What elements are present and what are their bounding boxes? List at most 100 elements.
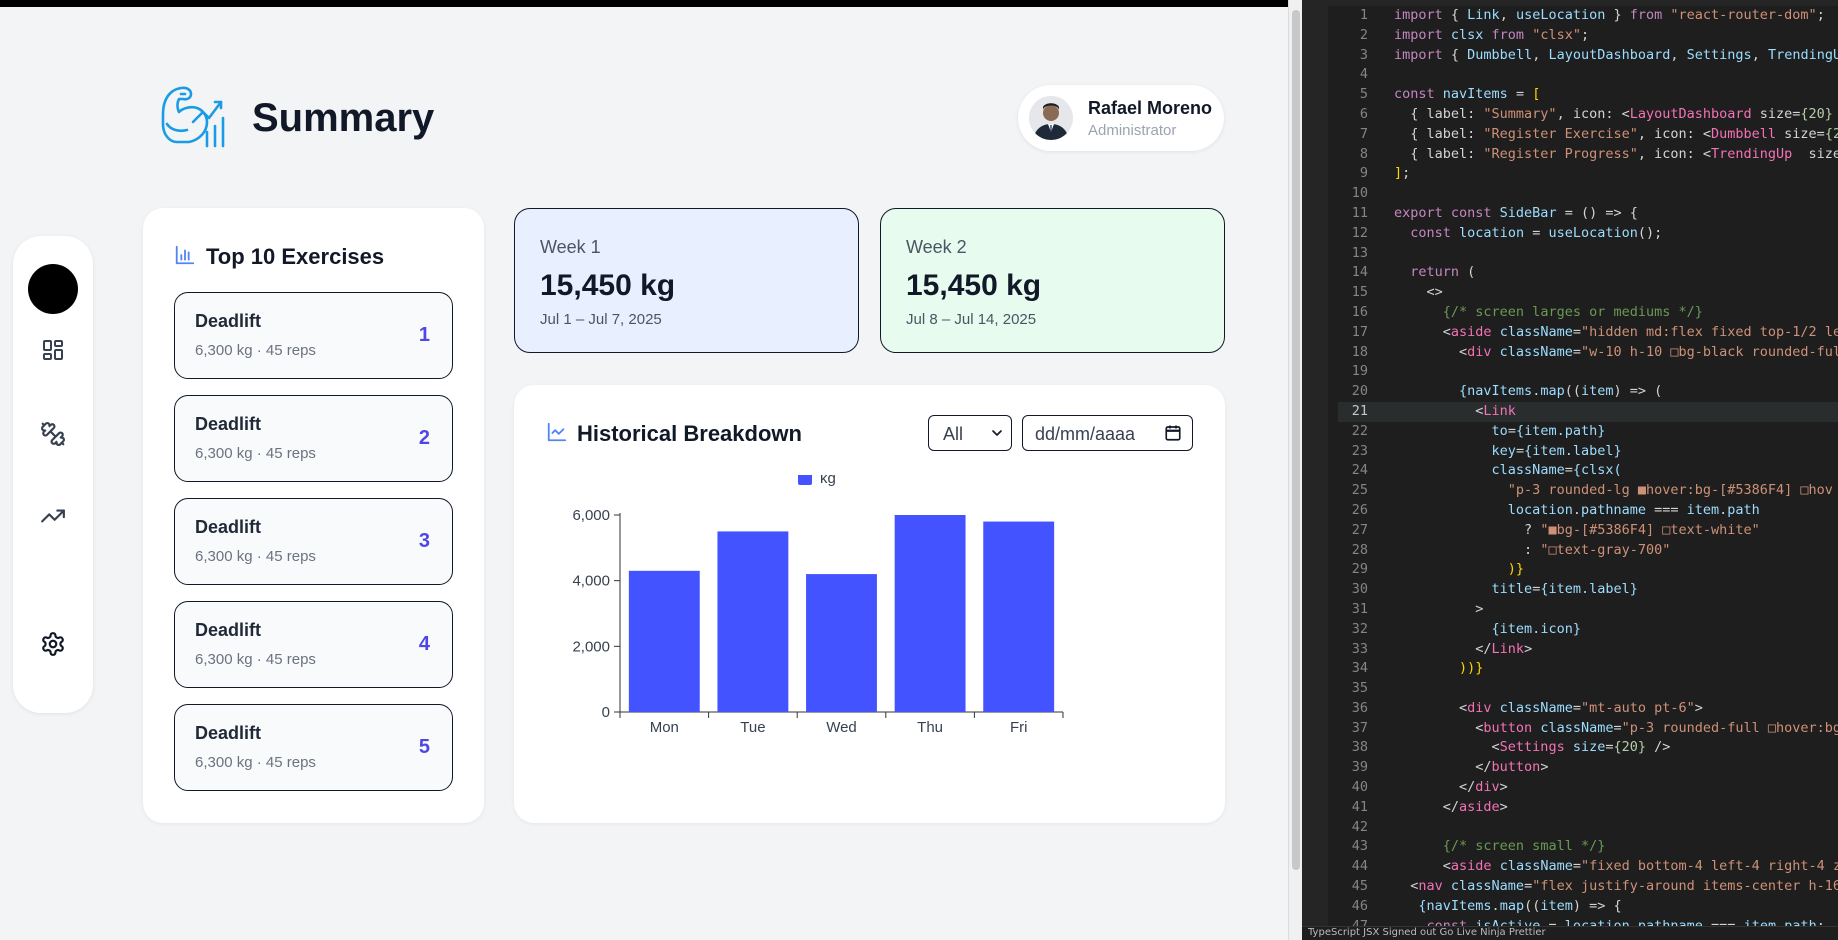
bar-chart-icon <box>174 244 196 271</box>
code-line[interactable]: 6 { label: "Summary", icon: <LayoutDashb… <box>1338 105 1838 125</box>
code-line[interactable]: 3 import { Dumbbell, LayoutDashboard, Set… <box>1338 46 1838 66</box>
layout-dashboard-icon <box>41 338 65 367</box>
code-line[interactable]: 31 > <box>1338 600 1838 620</box>
code-line[interactable]: 28 : "□text-gray-700" <box>1338 541 1838 561</box>
code-line[interactable]: 43 {/* screen small */} <box>1338 837 1838 857</box>
code-line[interactable]: 22 to={item.path} <box>1338 422 1838 442</box>
user-profile[interactable]: Rafael Moreno Administrator <box>1018 85 1224 151</box>
code-line[interactable]: 12 const location = useLocation(); <box>1338 224 1838 244</box>
code-line[interactable]: 2 import clsx from "clsx"; <box>1338 26 1838 46</box>
exercise-meta: 6,300 kg · 45 reps <box>195 651 316 668</box>
exercise-item[interactable]: Deadlift 6,300 kg · 45 reps 3 <box>174 498 453 585</box>
code-line[interactable]: 18 <div className="w-10 h-10 □bg-black r… <box>1338 343 1838 363</box>
code-line[interactable]: 21 <Link <box>1338 401 1838 422</box>
exercise-name: Deadlift <box>195 620 262 640</box>
date-input-placeholder: dd/mm/aaaa <box>1035 424 1136 444</box>
exercise-name: Deadlift <box>195 414 262 434</box>
code-line[interactable]: 36 <div className="mt-auto pt-6"> <box>1338 699 1838 719</box>
app-logo <box>157 84 235 150</box>
code-line[interactable]: 30 title={item.label} <box>1338 580 1838 600</box>
exercise-item[interactable]: Deadlift 6,300 kg · 45 reps 4 <box>174 601 453 688</box>
code-line[interactable]: 1 import { Link, useLocation } from "reac… <box>1338 6 1838 26</box>
code-line[interactable]: 14 return ( <box>1338 263 1838 283</box>
code-line[interactable]: 19 <box>1338 362 1838 382</box>
exercise-rank: 2 <box>418 427 430 449</box>
code-line[interactable]: 27 ? "■bg-[#5386F4] □text-white" <box>1338 521 1838 541</box>
bar-thu <box>894 515 966 712</box>
x-tick-label: Tue <box>740 719 765 736</box>
code-line[interactable]: 9]; <box>1338 164 1838 184</box>
period-select[interactable]: All <box>928 415 1012 451</box>
code-line[interactable]: 4 <box>1338 65 1838 85</box>
y-tick-label: 2,000 <box>572 638 610 655</box>
chevron-down-icon <box>989 424 1005 447</box>
code-line[interactable]: 24 className={clsx( <box>1338 461 1838 481</box>
legend-label: kg <box>820 475 836 487</box>
exercise-name: Deadlift <box>195 311 262 331</box>
code-line[interactable]: 16 {/* screen larges or mediums */} <box>1338 303 1838 323</box>
code-line[interactable]: 33 </Link> <box>1338 640 1838 660</box>
date-input[interactable]: dd/mm/aaaa <box>1022 415 1193 451</box>
y-tick-label: 6,000 <box>572 507 610 524</box>
top-exercises-title: Top 10 Exercises <box>206 244 385 269</box>
exercise-rank: 4 <box>418 633 430 655</box>
code-line[interactable]: 42 <box>1338 818 1838 838</box>
exercise-item[interactable]: Deadlift 6,300 kg · 45 reps 2 <box>174 395 453 482</box>
sidebar-item-summary[interactable] <box>35 334 71 370</box>
calendar-icon[interactable] <box>1164 424 1182 447</box>
x-tick-label: Thu <box>917 719 943 736</box>
bar-chart: kg 0 2,000 4,000 6,000 Mon Tue Wed Thu Fri <box>572 475 1064 736</box>
avatar <box>1029 96 1073 140</box>
code-line[interactable]: 35 <box>1338 679 1838 699</box>
code-line[interactable]: 13 <box>1338 244 1838 264</box>
code-line[interactable]: 44 <aside className="fixed bottom-4 left… <box>1338 857 1838 877</box>
code-line[interactable]: 7 { label: "Register Exercise", icon: <D… <box>1338 125 1838 145</box>
settings-button[interactable] <box>35 628 71 664</box>
code-line[interactable]: 8 { label: "Register Progress", icon: <T… <box>1338 145 1838 165</box>
editor-code[interactable]: 1 import { Link, useLocation } from "reac… <box>1338 6 1838 936</box>
week-total: 15,450 kg <box>906 269 1042 302</box>
sidebar <box>13 236 93 713</box>
code-line[interactable]: 10 <box>1338 184 1838 204</box>
code-line[interactable]: 38 <Settings size={20} /> <box>1338 738 1838 758</box>
x-tick-label: Wed <box>826 719 857 736</box>
code-line[interactable]: 5 const navItems = [ <box>1338 85 1838 105</box>
exercise-rank: 5 <box>418 736 430 758</box>
week-range: Jul 1 – Jul 7, 2025 <box>540 311 662 328</box>
trending-up-icon <box>40 503 66 534</box>
bar-tue <box>717 531 789 712</box>
page-title: Summary <box>252 96 435 140</box>
exercise-rank: 3 <box>418 530 430 552</box>
code-line[interactable]: 11 export const SideBar = () => { <box>1338 204 1838 224</box>
week-range: Jul 8 – Jul 14, 2025 <box>906 311 1037 328</box>
week-2-card: Week 2 15,450 kg Jul 8 – Jul 14, 2025 <box>880 208 1225 353</box>
code-line[interactable]: 45 <nav className="flex justify-around i… <box>1338 877 1838 897</box>
code-line[interactable]: 46 {navItems.map((item) => { <box>1338 897 1838 917</box>
code-line[interactable]: 41 </aside> <box>1338 798 1838 818</box>
line-chart-icon <box>546 421 568 448</box>
code-line[interactable]: 29 )} <box>1338 560 1838 580</box>
dumbbell-icon <box>40 421 66 452</box>
sidebar-item-register-progress[interactable] <box>35 500 71 536</box>
app-scrollbar[interactable] <box>1288 0 1302 940</box>
code-line[interactable]: 39 </button> <box>1338 758 1838 778</box>
code-line[interactable]: 20 {navItems.map((item) => ( <box>1338 382 1838 402</box>
sidebar-item-register-exercise[interactable] <box>35 418 71 454</box>
legend-swatch <box>798 475 812 485</box>
code-line[interactable]: 25 "p-3 rounded-lg ■hover:bg-[#5386F4] □… <box>1338 481 1838 501</box>
code-line[interactable]: 37 <button className="p-3 rounded-full □… <box>1338 719 1838 739</box>
code-line[interactable]: 26 location.pathname === item.path <box>1338 501 1838 521</box>
exercise-item[interactable]: Deadlift 6,300 kg · 45 reps 5 <box>174 704 453 791</box>
code-editor[interactable]: 1 import { Link, useLocation } from "reac… <box>1302 0 1838 940</box>
code-line[interactable]: 15 <> <box>1338 283 1838 303</box>
exercise-meta: 6,300 kg · 45 reps <box>195 548 316 565</box>
top-exercises-card: Top 10 Exercises Deadlift 6,300 kg · 45 … <box>143 208 484 823</box>
code-line[interactable]: 17 <aside className="hidden md:flex fixe… <box>1338 323 1838 343</box>
settings-icon <box>40 631 66 662</box>
sidebar-avatar[interactable] <box>28 264 78 314</box>
code-line[interactable]: 40 </div> <box>1338 778 1838 798</box>
exercise-item[interactable]: Deadlift 6,300 kg · 45 reps 1 <box>174 292 453 379</box>
code-line[interactable]: 23 key={item.label} <box>1338 442 1838 462</box>
code-line[interactable]: 32 {item.icon} <box>1338 620 1838 640</box>
code-line[interactable]: 34 ))} <box>1338 659 1838 679</box>
